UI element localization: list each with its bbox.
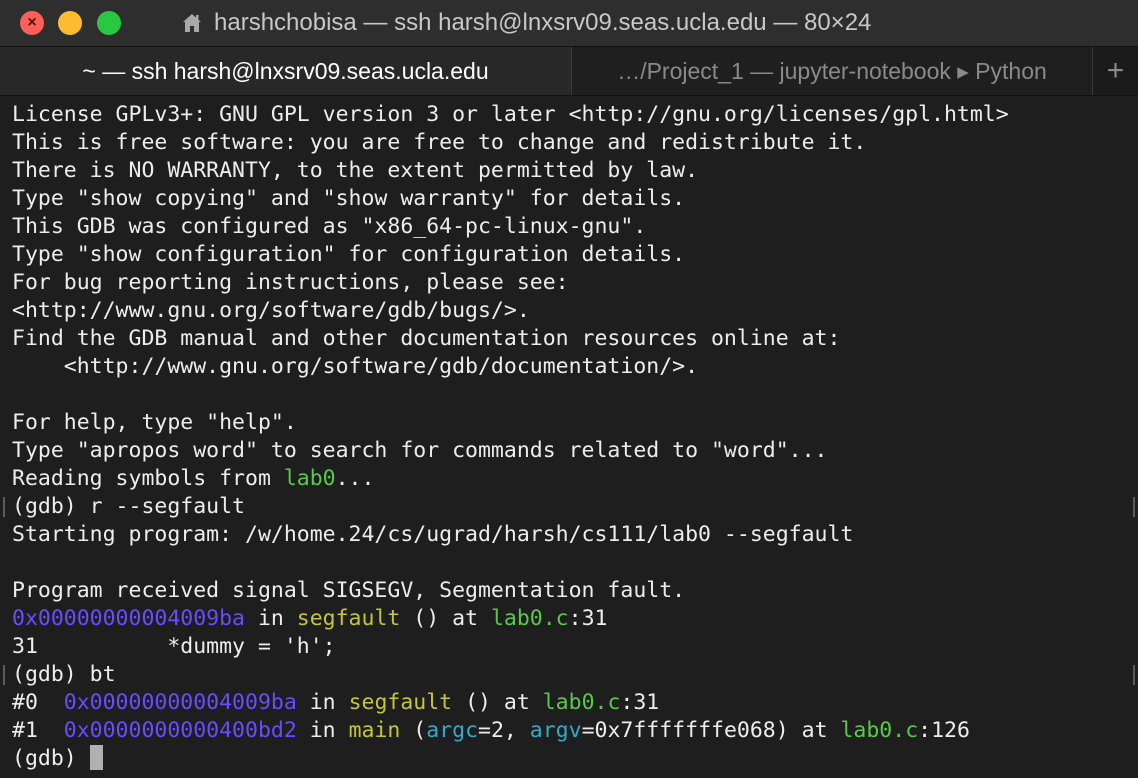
terminal-line: Starting program: /w/home.24/cs/ugrad/ha… xyxy=(12,522,854,547)
terminal-line: Type "show copying" and "show warranty" … xyxy=(12,186,686,211)
command-mark xyxy=(3,665,5,685)
function-name: main xyxy=(348,718,401,743)
text: in xyxy=(245,606,297,631)
title-bar[interactable]: × harshchobisa — ssh harsh@lnxsrv09.seas… xyxy=(0,0,1138,47)
text: =2, xyxy=(478,718,530,743)
text: in xyxy=(296,690,349,715)
text: :126 xyxy=(918,718,970,743)
text: () at xyxy=(400,606,491,631)
terminal-line: This GDB was configured as "x86_64-pc-li… xyxy=(12,214,647,239)
terminal-line: Reading symbols from lab0... xyxy=(12,465,374,493)
close-button[interactable]: × xyxy=(20,11,44,35)
text: :31 xyxy=(620,690,660,715)
terminal-line: There is NO WARRANTY, to the extent perm… xyxy=(12,158,699,183)
filename: lab0.c xyxy=(542,690,621,715)
filename: lab0 xyxy=(283,466,336,491)
terminal-line: Type "show configuration" for configurat… xyxy=(12,242,686,267)
text: Reading symbols from xyxy=(12,466,284,491)
gdb-prompt: (gdb) xyxy=(12,746,90,771)
function-name: segfault xyxy=(296,606,401,631)
terminal-output[interactable]: License GPLv3+: GNU GPL version 3 or lat… xyxy=(0,96,1138,778)
text-cursor xyxy=(89,745,103,770)
filename: lab0.c xyxy=(490,606,569,631)
terminal-line: <http://www.gnu.org/software/gdb/bugs/>. xyxy=(12,298,530,323)
text: ( xyxy=(400,718,427,743)
filename: lab0.c xyxy=(840,718,919,743)
home-icon xyxy=(183,14,201,32)
terminal-window: × harshchobisa — ssh harsh@lnxsrv09.seas… xyxy=(0,0,1138,778)
tab-bar: ~ — ssh harsh@lnxsrv09.seas.ucla.edu …/P… xyxy=(0,47,1138,96)
text: :31 xyxy=(568,606,608,631)
terminal-line: License GPLv3+: GNU GPL version 3 or lat… xyxy=(12,102,1009,127)
argument-name: argc xyxy=(426,718,479,743)
gdb-prompt-line[interactable]: (gdb) xyxy=(12,745,103,773)
command-mark xyxy=(1133,665,1135,685)
memory-address: 0x00000000004009ba xyxy=(63,690,297,715)
tab-ssh-session[interactable]: ~ — ssh harsh@lnxsrv09.seas.ucla.edu xyxy=(0,47,572,95)
command-mark xyxy=(1133,497,1135,517)
terminal-line: For help, type "help". xyxy=(12,410,297,435)
tab-jupyter-notebook[interactable]: …/Project_1 — jupyter-notebook ▸ Python xyxy=(572,47,1093,95)
backtrace-frame: #1 0x0000000000400bd2 in main (argc=2, a… xyxy=(12,717,970,745)
close-icon: × xyxy=(27,14,37,31)
frame-number: #1 xyxy=(12,718,64,743)
memory-address: 0x00000000004009ba xyxy=(12,606,245,631)
new-tab-button[interactable]: + xyxy=(1093,47,1138,95)
window-title: harshchobisa — ssh harsh@lnxsrv09.seas.u… xyxy=(180,0,871,46)
terminal-line: Find the GDB manual and other documentat… xyxy=(12,326,841,351)
terminal-line: 0x00000000004009ba in segfault () at lab… xyxy=(12,605,607,633)
text: () at xyxy=(452,690,543,715)
frame-number: #0 xyxy=(12,690,64,715)
text: ... xyxy=(335,466,375,491)
argument-name: argv xyxy=(529,718,582,743)
terminal-line: This is free software: you are free to c… xyxy=(12,130,867,155)
gdb-command-line: (gdb) r --segfault xyxy=(12,494,245,519)
text: in xyxy=(296,718,349,743)
terminal-line: <http://www.gnu.org/software/gdb/documen… xyxy=(12,354,699,379)
function-name: segfault xyxy=(348,690,453,715)
terminal-line: For bug reporting instructions, please s… xyxy=(12,270,569,295)
source-line: 31 *dummy = 'h'; xyxy=(12,634,336,659)
text: =0x7fffffffe068) at xyxy=(581,718,841,743)
backtrace-frame: #0 0x00000000004009ba in segfault () at … xyxy=(12,689,659,717)
terminal-line: Program received signal SIGSEGV, Segment… xyxy=(12,578,686,603)
window-title-text: harshchobisa — ssh harsh@lnxsrv09.seas.u… xyxy=(214,9,872,36)
command-mark xyxy=(3,497,5,517)
minimize-button[interactable] xyxy=(58,11,82,35)
gdb-command-line: (gdb) bt xyxy=(12,662,116,687)
memory-address: 0x0000000000400bd2 xyxy=(63,718,297,743)
zoom-button[interactable] xyxy=(97,11,121,35)
terminal-line: Type "apropos word" to search for comman… xyxy=(12,438,828,463)
